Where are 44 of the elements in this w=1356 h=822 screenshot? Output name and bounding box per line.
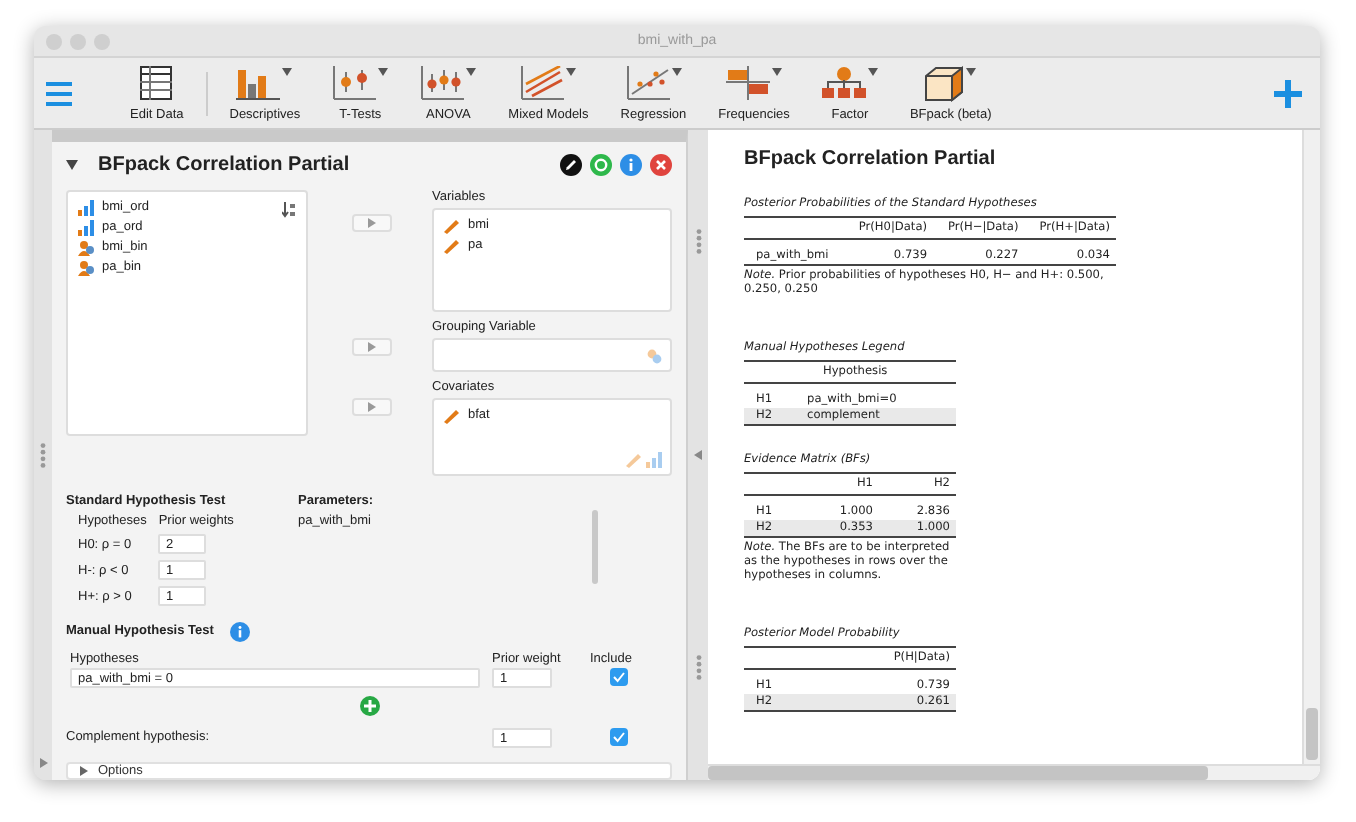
drag-handle-icon[interactable] [695, 654, 701, 683]
nominal-icon [646, 347, 662, 364]
scatter-plot-icon [625, 65, 670, 99]
line-chart-icon [520, 65, 565, 99]
edit-icon[interactable] [560, 154, 582, 177]
ruler-icon [444, 407, 460, 424]
scrollbar[interactable] [592, 509, 598, 584]
error-bar-icon [332, 65, 377, 99]
arrow-icon [368, 217, 376, 228]
frequency-table-icon [726, 65, 771, 99]
error-bar-icon [420, 65, 465, 99]
checkbox[interactable] [610, 728, 628, 747]
ruler-icon [626, 451, 642, 468]
menu-icon[interactable] [46, 81, 72, 105]
arrow-icon [368, 401, 376, 412]
expand-icon[interactable] [40, 758, 48, 768]
ordinal-icon [78, 219, 94, 236]
info-icon[interactable] [620, 154, 642, 177]
nominal-icon [78, 259, 94, 276]
info-icon[interactable] [229, 621, 250, 642]
ordinal-icon [646, 451, 662, 468]
cube-icon [924, 65, 965, 101]
scrollbar[interactable] [708, 766, 1208, 780]
analysis-title: BFpack Correlation Partial [98, 154, 350, 177]
target-box[interactable] [432, 337, 672, 372]
bar-chart-icon [236, 65, 281, 99]
nominal-icon [78, 239, 94, 256]
drag-handle-icon[interactable] [695, 227, 701, 256]
sort-icon[interactable] [282, 201, 296, 218]
table-icon [140, 65, 173, 99]
add-icon[interactable] [1274, 79, 1302, 107]
checkbox[interactable] [610, 668, 628, 687]
close-icon[interactable] [650, 154, 672, 177]
move-button[interactable] [352, 213, 392, 232]
hierarchy-icon [821, 65, 866, 99]
results-title: BFpack Correlation Partial [744, 148, 998, 170]
arrow-icon [368, 341, 376, 352]
move-button[interactable] [352, 397, 392, 416]
add-icon[interactable] [360, 695, 380, 716]
move-button[interactable] [352, 337, 392, 356]
collapse-icon[interactable] [66, 160, 78, 171]
drag-handle-icon[interactable] [40, 441, 46, 469]
ordinal-icon [78, 199, 94, 216]
scrollbar[interactable] [1306, 708, 1318, 760]
